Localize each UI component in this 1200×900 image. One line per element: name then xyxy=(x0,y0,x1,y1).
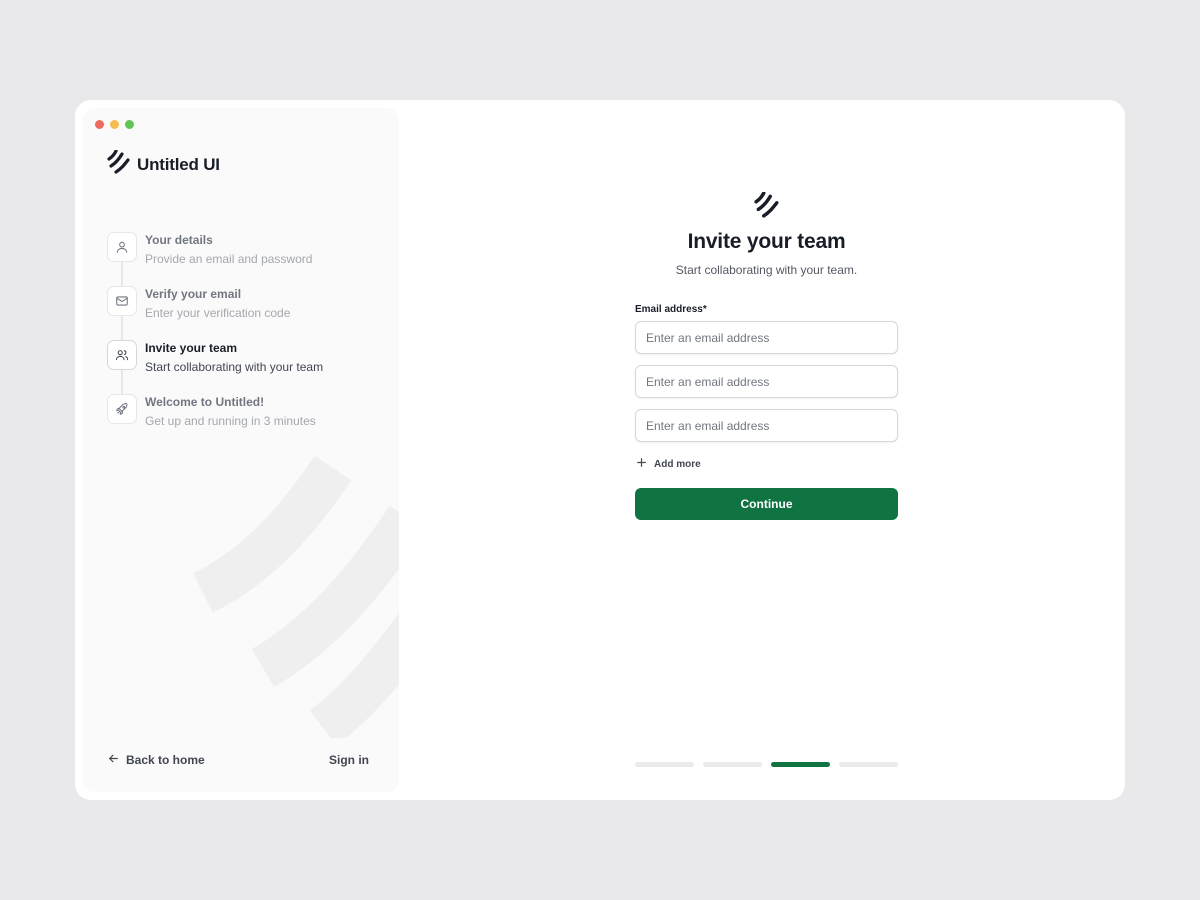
email-field-3[interactable] xyxy=(635,409,898,442)
mail-icon xyxy=(107,286,137,316)
progress-segment-3 xyxy=(771,762,830,767)
step-welcome[interactable]: Welcome to Untitled! Get up and running … xyxy=(107,394,387,448)
back-to-home-label: Back to home xyxy=(126,753,205,767)
step-verify-email[interactable]: Verify your email Enter your verificatio… xyxy=(107,286,387,340)
app-window: Untitled UI Your details Provide an emai… xyxy=(75,100,1125,800)
step-title: Verify your email xyxy=(145,287,242,301)
brand-logo-icon xyxy=(107,149,131,179)
step-description: Get up and running in 3 minutes xyxy=(145,414,316,428)
sidebar-footer: Back to home Sign in xyxy=(107,752,369,768)
maximize-window-button[interactable] xyxy=(125,120,134,129)
step-description: Enter your verification code xyxy=(145,306,291,320)
step-title: Your details xyxy=(145,233,213,247)
page-subtitle: Start collaborating with your team. xyxy=(675,263,858,277)
step-description: Start collaborating with your team xyxy=(145,360,324,374)
step-title: Invite your team xyxy=(145,341,238,355)
minimize-window-button[interactable] xyxy=(110,120,119,129)
progress-steps: Your details Provide an email and passwo… xyxy=(107,232,387,448)
rocket-icon xyxy=(107,394,137,424)
continue-button[interactable]: Continue xyxy=(635,488,898,520)
step-connector xyxy=(121,262,123,286)
step-description: Provide an email and password xyxy=(145,252,313,266)
sign-in-link[interactable]: Sign in xyxy=(329,753,369,767)
invite-form: Invite your team Start collaborating wit… xyxy=(635,192,898,520)
sidebar: Untitled UI Your details Provide an emai… xyxy=(83,108,399,792)
users-icon xyxy=(107,340,137,370)
main-content: Invite your team Start collaborating wit… xyxy=(399,100,1125,800)
progress-segment-4 xyxy=(839,762,898,767)
brand-name: Untitled UI xyxy=(137,154,220,174)
step-title: Welcome to Untitled! xyxy=(145,395,265,409)
add-more-label: Add more xyxy=(654,458,701,470)
decorative-logo-watermark xyxy=(192,448,399,746)
progress-indicator xyxy=(635,762,898,767)
email-field-2[interactable] xyxy=(635,365,898,398)
step-connector xyxy=(121,316,123,340)
back-to-home-link[interactable]: Back to home xyxy=(107,752,205,768)
brand-logo-icon xyxy=(635,192,898,218)
progress-segment-2 xyxy=(703,762,762,767)
user-icon xyxy=(107,232,137,262)
step-invite-team[interactable]: Invite your team Start collaborating wit… xyxy=(107,340,387,394)
email-label: Email address* xyxy=(635,304,707,315)
close-window-button[interactable] xyxy=(95,120,104,129)
progress-segment-1 xyxy=(635,762,694,767)
brand: Untitled UI xyxy=(107,149,220,179)
email-field-1[interactable] xyxy=(635,321,898,354)
add-more-button[interactable]: Add more xyxy=(635,456,898,472)
window-controls xyxy=(95,120,134,129)
plus-icon xyxy=(635,456,648,472)
step-your-details[interactable]: Your details Provide an email and passwo… xyxy=(107,232,387,286)
step-connector xyxy=(121,370,123,394)
page-title: Invite your team xyxy=(687,230,846,253)
arrow-left-icon xyxy=(107,752,120,768)
